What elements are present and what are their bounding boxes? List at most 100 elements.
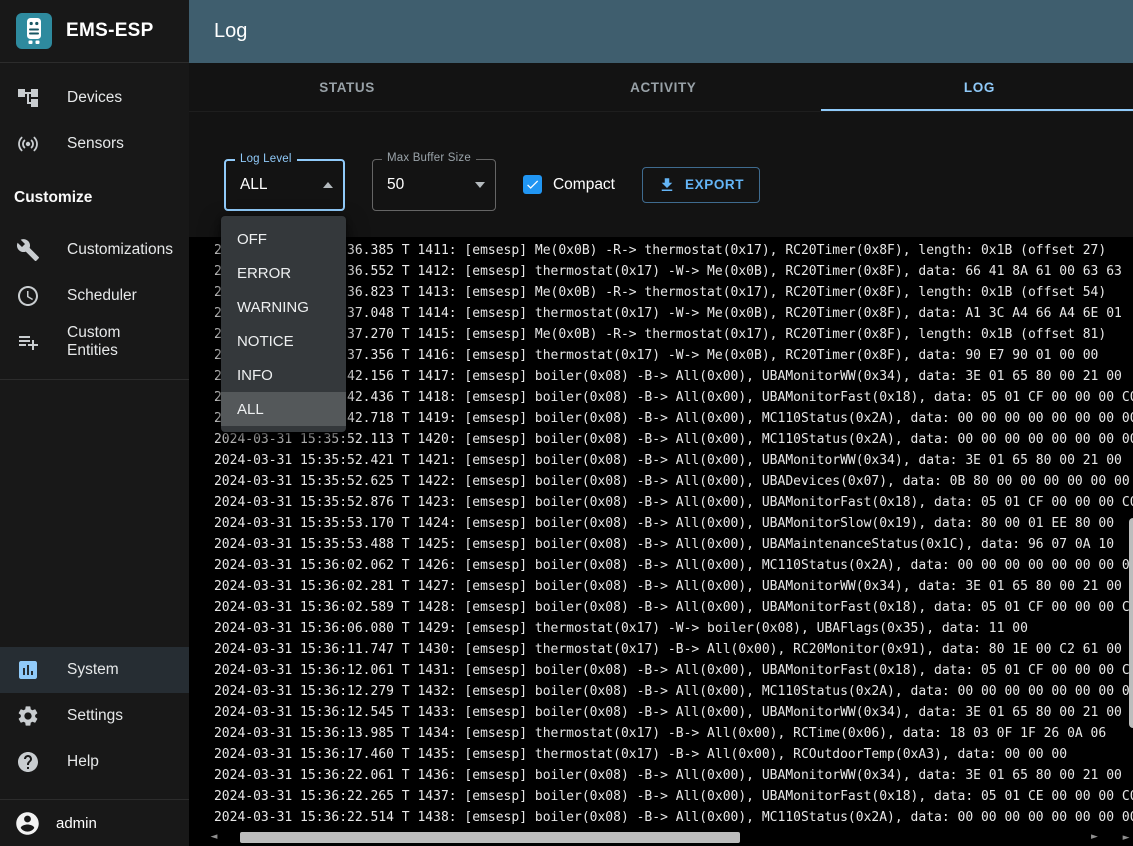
- log-line: 2024-03-31 15:36:02.062 T 1426: [emsesp]…: [214, 555, 1133, 576]
- log-line: 2024-03-31 15:36:22.265 T 1437: [emsesp]…: [214, 786, 1133, 807]
- user-account-row[interactable]: admin: [0, 799, 189, 846]
- log-level-menu: OFF ERROR WARNING NOTICE INFO ALL: [221, 216, 346, 432]
- menu-item-info[interactable]: INFO: [221, 358, 346, 392]
- log-line: 2024-03-31 15:35:52.625 T 1422: [emsesp]…: [214, 471, 1133, 492]
- log-line: 2024-03-31 15:36:12.279 T 1432: [emsesp]…: [214, 681, 1133, 702]
- sidebar-section-customize: Customize: [0, 167, 189, 215]
- help-icon: [16, 750, 40, 774]
- gear-icon: [16, 704, 40, 728]
- tab-activity[interactable]: ACTIVITY: [505, 63, 821, 111]
- log-line: 2024-03-31 15:35:42.156 T 1417: [emsesp]…: [214, 366, 1133, 387]
- menu-item-error[interactable]: ERROR: [221, 256, 346, 290]
- sensors-icon: [16, 132, 40, 156]
- tab-status[interactable]: STATUS: [189, 63, 505, 111]
- tab-log[interactable]: LOG: [821, 63, 1133, 111]
- log-line: 2024-03-31 15:35:53.488 T 1425: [emsesp]…: [214, 534, 1133, 555]
- bar-chart-icon: [16, 658, 40, 682]
- menu-item-all[interactable]: ALL: [221, 392, 346, 426]
- menu-item-notice[interactable]: NOTICE: [221, 324, 346, 358]
- log-line: 2024-03-31 15:35:42.436 T 1418: [emsesp]…: [214, 387, 1133, 408]
- scroll-right-arrow-icon[interactable]: ►: [1090, 832, 1100, 842]
- log-line: 2024-03-31 15:35:36.823 T 1413: [emsesp]…: [214, 282, 1133, 303]
- log-output: 2024-03-31 15:35:36.385 T 1411: [emsesp]…: [214, 240, 1133, 828]
- ems-esp-logo-icon: [16, 13, 52, 49]
- sidebar: EMS-ESP Devices Sensors Customize: [0, 0, 189, 846]
- horizontal-scrollbar-track[interactable]: [223, 832, 1086, 843]
- app-bar: Log: [189, 0, 1133, 63]
- export-button-label: EXPORT: [685, 177, 744, 192]
- max-buffer-size-value: 50: [387, 176, 404, 194]
- log-line: 2024-03-31 15:36:22.061 T 1436: [emsesp]…: [214, 765, 1133, 786]
- brand: EMS-ESP: [0, 0, 189, 63]
- log-line: 2024-03-31 15:35:42.718 T 1419: [emsesp]…: [214, 408, 1133, 429]
- account-circle-icon: [14, 810, 41, 837]
- main-area: Log STATUS ACTIVITY LOG Log Level ALL Ma…: [189, 0, 1133, 846]
- log-line: 2024-03-31 15:36:02.589 T 1428: [emsesp]…: [214, 597, 1133, 618]
- log-line: 2024-03-31 15:35:36.552 T 1412: [emsesp]…: [214, 261, 1133, 282]
- log-line: 2024-03-31 15:35:52.113 T 1420: [emsesp]…: [214, 429, 1133, 450]
- log-line: 2024-03-31 15:36:02.281 T 1427: [emsesp]…: [214, 576, 1133, 597]
- log-line: 2024-03-31 15:35:52.421 T 1421: [emsesp]…: [214, 450, 1133, 471]
- sidebar-item-help[interactable]: Help: [0, 739, 189, 785]
- log-line: 2024-03-31 15:36:22.514 T 1438: [emsesp]…: [214, 807, 1133, 828]
- log-line: 2024-03-31 15:36:06.080 T 1429: [emsesp]…: [214, 618, 1133, 639]
- page-title: Log: [214, 20, 247, 43]
- sidebar-spacer: [0, 380, 189, 647]
- tab-label: STATUS: [319, 80, 375, 95]
- log-level-select[interactable]: Log Level ALL: [224, 159, 345, 211]
- sidebar-item-system[interactable]: System: [0, 647, 189, 693]
- sidebar-item-settings[interactable]: Settings: [0, 693, 189, 739]
- device-tree-icon: [16, 86, 40, 110]
- sidebar-item-customizations[interactable]: Customizations: [0, 227, 189, 273]
- horizontal-scrollbar-thumb[interactable]: [240, 832, 740, 843]
- vertical-scrollbar-thumb[interactable]: [1129, 518, 1133, 728]
- playlist-add-icon: [16, 330, 40, 354]
- compact-checkbox-label: Compact: [553, 176, 615, 194]
- sidebar-item-scheduler[interactable]: Scheduler: [0, 273, 189, 319]
- sidebar-item-label: Settings: [67, 707, 123, 725]
- app-title: EMS-ESP: [66, 20, 154, 42]
- sidebar-item-custom-entities[interactable]: Custom Entities: [0, 319, 189, 365]
- username-label: admin: [56, 815, 97, 832]
- download-icon: [658, 176, 676, 194]
- log-line: 2024-03-31 15:35:52.876 T 1423: [emsesp]…: [214, 492, 1133, 513]
- app-window: EMS-ESP Devices Sensors Customize: [0, 0, 1133, 846]
- scroll-corner-arrow-icon[interactable]: ►: [1123, 833, 1130, 843]
- sidebar-item-label: Scheduler: [67, 287, 137, 305]
- log-line: 2024-03-31 15:36:11.747 T 1430: [emsesp]…: [214, 639, 1133, 660]
- sidebar-nav-customize: Customizations Scheduler Custom Entities: [0, 215, 189, 365]
- tab-label: LOG: [964, 80, 995, 95]
- log-level-label: Log Level: [235, 153, 297, 165]
- log-line: 2024-03-31 15:35:36.385 T 1411: [emsesp]…: [214, 240, 1133, 261]
- menu-item-off[interactable]: OFF: [221, 222, 346, 256]
- max-buffer-size-select[interactable]: Max Buffer Size 50: [372, 159, 496, 211]
- sidebar-item-sensors[interactable]: Sensors: [0, 121, 189, 167]
- sidebar-item-label: Devices: [67, 89, 122, 107]
- sidebar-item-devices[interactable]: Devices: [0, 75, 189, 121]
- horizontal-scrollbar[interactable]: ◄ ►: [209, 830, 1100, 844]
- log-level-value: ALL: [240, 176, 268, 194]
- sidebar-item-label: System: [67, 661, 119, 679]
- chevron-up-icon: [323, 182, 333, 188]
- scroll-left-arrow-icon[interactable]: ◄: [209, 832, 219, 842]
- sidebar-nav-bottom: System Settings Help: [0, 647, 189, 785]
- sidebar-item-label: Sensors: [67, 135, 124, 153]
- tab-bar: STATUS ACTIVITY LOG: [189, 63, 1133, 112]
- wrench-icon: [16, 238, 40, 262]
- check-icon: [525, 177, 540, 192]
- log-line: 2024-03-31 15:35:53.170 T 1424: [emsesp]…: [214, 513, 1133, 534]
- log-line: 2024-03-31 15:35:37.270 T 1415: [emsesp]…: [214, 324, 1133, 345]
- compact-checkbox[interactable]: [523, 175, 542, 194]
- log-line: 2024-03-31 15:35:37.048 T 1414: [emsesp]…: [214, 303, 1133, 324]
- sidebar-item-label: Customizations: [67, 241, 173, 259]
- chevron-down-icon: [475, 182, 485, 188]
- export-button[interactable]: EXPORT: [642, 167, 760, 203]
- menu-item-warning[interactable]: WARNING: [221, 290, 346, 324]
- compact-checkbox-row: Compact: [523, 175, 615, 194]
- sidebar-item-label: Help: [67, 753, 99, 771]
- clock-icon: [16, 284, 40, 308]
- log-line: 2024-03-31 15:36:17.460 T 1435: [emsesp]…: [214, 744, 1133, 765]
- tab-label: ACTIVITY: [630, 80, 696, 95]
- log-line: 2024-03-31 15:36:12.061 T 1431: [emsesp]…: [214, 660, 1133, 681]
- sidebar-nav-main: Devices Sensors: [0, 63, 189, 167]
